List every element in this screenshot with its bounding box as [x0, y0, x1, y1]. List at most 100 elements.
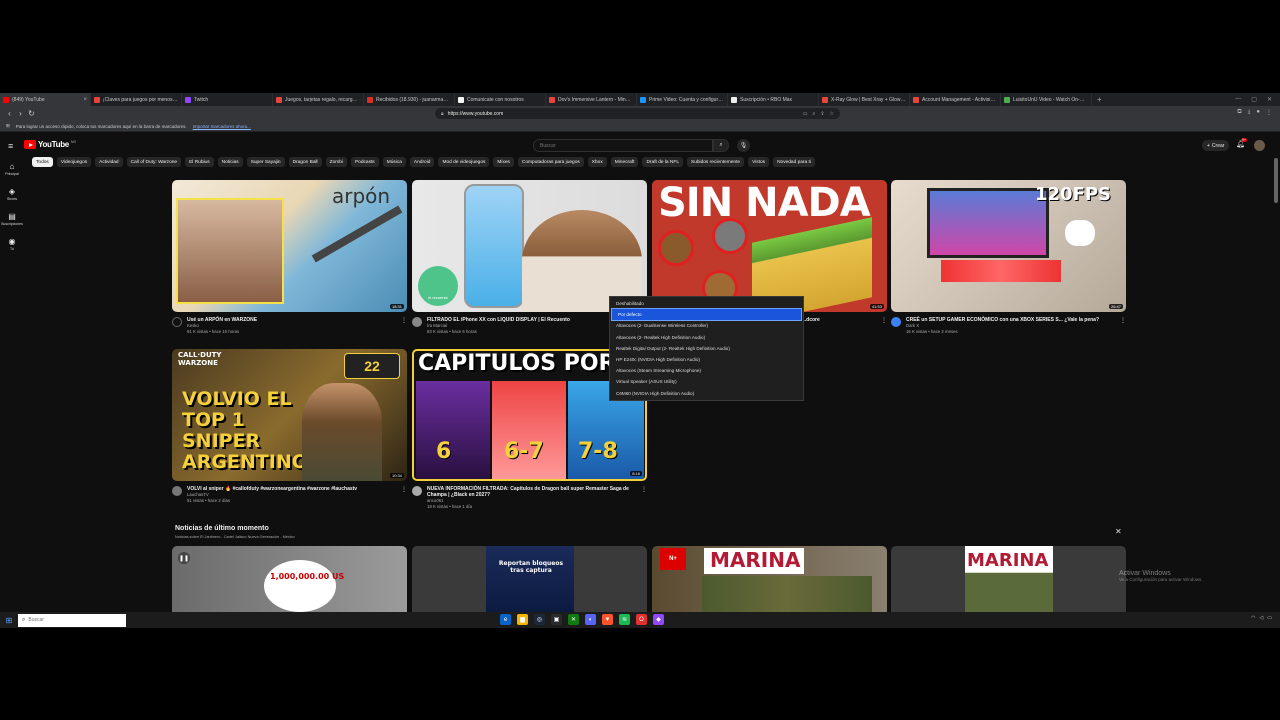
filter-chip[interactable]: Call of Duty: Warzone — [126, 157, 182, 167]
filter-chip[interactable]: Novedad para ti — [773, 157, 815, 167]
video-card[interactable]: arpón 18:31 Usé un ARPÓN en WARZONE Kesk… — [172, 180, 407, 335]
browser-tab[interactable]: Suscripción • RBO Max — [728, 93, 819, 106]
video-thumbnail[interactable]: 120FPS 26:47 — [891, 180, 1126, 312]
dropdown-option[interactable]: Por defecto — [611, 308, 802, 322]
sidebar-item-shorts[interactable]: ◈ Shorts — [0, 181, 24, 206]
hamburger-menu-icon[interactable]: ≡ — [8, 141, 13, 151]
filter-chip[interactable]: Videojuegos — [56, 157, 92, 167]
cast-icon[interactable]: ▭ — [803, 111, 808, 117]
news-thumbnail[interactable]: 1,000,000.00 US ❚❚ — [172, 546, 407, 612]
browser-tab[interactable]: Comunicate con nosotros — [455, 93, 546, 106]
filter-chip[interactable]: Vistos — [748, 157, 770, 167]
xbox-icon[interactable]: ✕ — [568, 614, 579, 625]
video-thumbnail[interactable]: el recuento — [412, 180, 647, 312]
minimize-icon[interactable]: — — [1235, 96, 1241, 103]
video-title[interactable]: NUEVA INFORMACIÓN FILTRADA: Capitulos de… — [427, 486, 637, 498]
steam-icon[interactable]: ◎ — [534, 614, 545, 625]
browser-tab[interactable]: Twitch — [182, 93, 273, 106]
dropdown-option[interactable]: Altavoces (2- Realtek High Definition Au… — [610, 332, 803, 343]
spotify-icon[interactable]: ≋ — [619, 614, 630, 625]
dropdown-option[interactable]: Realtek Digital Output (2- Realtek High … — [610, 343, 803, 354]
browser-tab[interactable]: Account Management - Activision® — [910, 93, 1001, 106]
channel-avatar[interactable] — [172, 317, 182, 327]
browser-tab[interactable]: (849) YouTube × — [0, 93, 91, 106]
filter-chip[interactable]: Podcasts — [350, 157, 379, 167]
video-thumbnail[interactable]: SIN NADA 41:53 — [652, 180, 887, 312]
dropdown-option[interactable]: Altavoces (2- DualSense Wireless Control… — [610, 320, 803, 331]
video-card[interactable]: CALL·DUTY WARZONE VOLVIO EL TOP 1 SNIPER … — [172, 349, 407, 504]
video-thumbnail[interactable]: CALL·DUTY WARZONE VOLVIO EL TOP 1 SNIPER … — [172, 349, 407, 481]
dropdown-option[interactable]: HP E240c (NVIDIA High Definition Audio) — [610, 354, 803, 365]
twitch-icon[interactable]: ◆ — [653, 614, 664, 625]
filter-chip[interactable]: Android — [409, 157, 435, 167]
youtube-logo[interactable]: YouTube MX — [24, 140, 76, 149]
forward-icon[interactable]: › — [15, 109, 26, 118]
browser-menu-icon[interactable]: ⋮ — [1266, 109, 1272, 116]
channel-avatar[interactable] — [412, 486, 422, 496]
tab-close-icon[interactable]: × — [83, 97, 87, 103]
sidebar-item-you[interactable]: ◉ Tú — [0, 231, 24, 256]
filter-chip[interactable]: Música — [382, 157, 406, 167]
create-button[interactable]: + Crear — [1202, 140, 1230, 151]
dropdown-option[interactable]: C6M60 (NVIDIA High Definition Audio) — [610, 388, 803, 399]
filter-chip[interactable]: Draft de la NFL — [642, 157, 683, 167]
browser-tab[interactable]: Prime Video: Cuenta y configuración — [637, 93, 728, 106]
more-options-icon[interactable]: ⋮ — [1120, 317, 1126, 324]
edge-icon[interactable]: e — [500, 614, 511, 625]
channel-avatar[interactable] — [412, 317, 422, 327]
news-thumbnail[interactable]: N+ MARINA — [652, 546, 887, 612]
browser-tab[interactable]: ¡Claves para juegos por menos de 5... — [91, 93, 182, 106]
bookmark-star-icon[interactable]: ☆ — [830, 111, 834, 117]
extensions-icon[interactable]: ⧉ — [1237, 109, 1241, 116]
filter-chip[interactable]: Mod de videojuegos — [438, 157, 490, 167]
video-title[interactable]: CREÉ un SETUP GAMER ECONÓMICO con una XB… — [906, 317, 1116, 323]
sidebar-item-home[interactable]: ⌂ Principal — [0, 156, 24, 181]
taskbar-search-input[interactable] — [28, 617, 119, 623]
filter-chip[interactable]: Xbox — [587, 157, 607, 167]
url-text[interactable]: https://www.youtube.com — [448, 111, 504, 117]
browser-tab[interactable]: Dov's Immersive Lantern - Minecraf... — [546, 93, 637, 106]
filter-chip[interactable]: Noticias — [217, 157, 243, 167]
more-options-icon[interactable]: ⋮ — [881, 317, 887, 324]
windows-start-icon[interactable]: ⊞ — [0, 616, 18, 625]
filter-chip[interactable]: Minecraft — [610, 157, 639, 167]
profile-icon[interactable]: ● — [1256, 109, 1260, 116]
share-icon[interactable]: ⇪ — [820, 111, 824, 117]
more-options-icon[interactable]: ⋮ — [401, 317, 407, 324]
search-button[interactable]: ⌕ — [713, 139, 729, 152]
news-thumbnail[interactable]: Reportan bloqueos tras captura — [412, 546, 647, 612]
more-options-icon[interactable]: ⋮ — [641, 486, 647, 493]
filter-chip[interactable]: Super Sayajin — [246, 157, 285, 167]
filter-chip[interactable]: El Rubius — [185, 157, 214, 167]
browser-tab[interactable]: LuisitoUnU Video - Watch On-Dem... — [1001, 93, 1092, 106]
filter-chip[interactable]: Zombi — [325, 157, 347, 167]
reload-icon[interactable]: ↻ — [26, 109, 37, 118]
address-bar[interactable]: 🔒︎ https://www.youtube.com ▭ ⌕ ⇪ ☆ — [435, 108, 840, 119]
sidebar-item-subscriptions[interactable]: ▤ Suscripciones — [0, 206, 24, 231]
file-explorer-icon[interactable]: ▆ — [517, 614, 528, 625]
video-card[interactable]: 120FPS 26:47 CREÉ un SETUP GAMER ECONÓMI… — [891, 180, 1126, 335]
opera-icon[interactable]: O — [636, 614, 647, 625]
browser-tab[interactable]: X-Ray Glow | Best Xray + Glowing O... — [819, 93, 910, 106]
filter-chip[interactable]: Computadoras para juegos — [517, 157, 584, 167]
search-input[interactable] — [540, 142, 712, 149]
wifi-icon[interactable]: ◠ — [1251, 615, 1255, 621]
page-scrollbar[interactable] — [1274, 158, 1278, 203]
new-tab-button[interactable]: + — [1092, 95, 1107, 104]
download-icon[interactable]: ⤓ — [1248, 109, 1251, 116]
apps-icon[interactable]: ⊞ — [6, 123, 10, 129]
dropdown-option[interactable]: Deshabilitado — [610, 298, 803, 309]
volume-icon[interactable]: ◁ — [1259, 615, 1263, 621]
brave-icon[interactable]: ▼ — [602, 614, 613, 625]
filter-chip[interactable]: Mixes — [493, 157, 514, 167]
voice-search-button[interactable]: 🎙︎ — [737, 139, 750, 152]
video-thumbnail[interactable]: arpón 18:31 — [172, 180, 407, 312]
discord-icon[interactable]: ◐ — [585, 614, 596, 625]
store-icon[interactable]: ▣ — [551, 614, 562, 625]
filter-chip[interactable]: Subidos recientemente — [687, 157, 745, 167]
close-icon[interactable]: ✕ — [1115, 527, 1122, 536]
dropdown-option[interactable]: Virtual Speaker (ASUS Utility) — [610, 376, 803, 387]
import-bookmarks-link[interactable]: Importar marcadores ahora... — [193, 124, 251, 129]
close-window-icon[interactable]: ✕ — [1267, 96, 1272, 103]
dropdown-option[interactable]: Altavoces (Steam Streaming Microphone) — [610, 365, 803, 376]
